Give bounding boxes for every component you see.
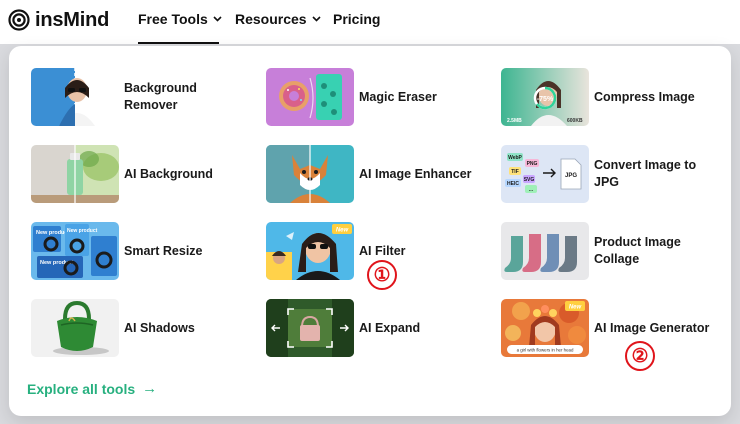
top-nav: insMind Free Tools Resources Pricing	[0, 0, 740, 44]
product-collage-thumb	[501, 222, 589, 280]
chevron-down-icon	[312, 16, 321, 22]
annotation-marker-1: ①	[367, 260, 397, 290]
tool-ai-image-enhancer[interactable]: AI Image Enhancer	[266, 145, 477, 203]
nav-pricing-label: Pricing	[333, 11, 381, 27]
tool-label: AI Image Generator	[594, 320, 710, 335]
tool-label: AI Expand	[359, 320, 421, 335]
ai-expand-thumb	[266, 299, 354, 357]
tool-label: Smart Resize	[124, 243, 203, 258]
new-badge: New	[569, 305, 582, 311]
tool-product-image-collage[interactable]: Product Image Collage	[501, 222, 712, 280]
nav-free-tools[interactable]: Free Tools	[138, 11, 222, 27]
tool-label: Compress Image	[594, 89, 695, 104]
compress-percent: -75%	[537, 96, 554, 103]
tool-label: AI Shadows	[124, 320, 195, 335]
tool-ai-shadows[interactable]: AI Shadows	[31, 299, 242, 357]
format-webp: WebP	[508, 155, 522, 161]
magic-eraser-thumb	[266, 68, 354, 126]
free-tools-dropdown: Background Remover Magic Eraser -75% 2.5…	[9, 46, 731, 416]
tool-ai-image-generator[interactable]: New a girl with flowers in her head AI I…	[501, 299, 712, 357]
annotation-marker-2: ②	[625, 341, 655, 371]
explore-all-tools-label: Explore all tools	[27, 380, 136, 397]
format-more: ...	[529, 187, 534, 193]
smart-resize-thumb: New product New product New product	[31, 222, 119, 280]
format-jpg: JPG	[565, 173, 577, 179]
compress-before-size: 2.5MB	[507, 118, 522, 124]
brand-name: insMind	[35, 8, 110, 31]
tool-label: Product Image Collage	[594, 235, 681, 266]
brand-logo[interactable]: insMind	[8, 8, 109, 32]
ai-background-thumb	[31, 145, 119, 203]
tool-label: AI Image Enhancer	[359, 166, 472, 181]
resize-headline-1: New product	[36, 230, 69, 236]
nav-free-tools-label: Free Tools	[138, 11, 208, 27]
generator-prompt: a girl with flowers in her head	[517, 348, 574, 353]
resize-headline-2: New product	[67, 228, 98, 234]
tool-compress-image[interactable]: -75% 2.5MB 600KB Compress Image	[501, 68, 712, 126]
format-heic: HEIC	[507, 181, 519, 187]
ai-image-generator-thumb: New a girl with flowers in her head	[501, 299, 589, 357]
new-badge: New	[336, 228, 349, 234]
compress-after-size: 600KB	[567, 118, 583, 124]
active-tab-underline	[138, 42, 219, 44]
tool-label: Convert Image to JPG	[594, 158, 697, 189]
tool-label: AI Filter	[359, 243, 406, 258]
arrow-right-icon: →	[142, 380, 158, 397]
ai-filter-thumb: New	[266, 222, 354, 280]
nav-resources[interactable]: Resources	[235, 11, 321, 27]
format-tif: TIF	[511, 169, 519, 175]
ai-shadows-thumb	[31, 299, 119, 357]
tool-background-remover[interactable]: Background Remover	[31, 68, 242, 126]
chevron-down-icon	[213, 16, 222, 22]
format-svg: SVG	[524, 177, 535, 183]
convert-image-thumb: WebP PNG TIF HEIC SVG ... JPG	[501, 145, 589, 203]
nav-pricing[interactable]: Pricing	[333, 11, 380, 27]
background-remover-thumb	[31, 68, 119, 126]
tool-ai-background[interactable]: AI Background	[31, 145, 242, 203]
tool-label: AI Background	[124, 166, 213, 181]
tool-convert-image-to-jpg[interactable]: WebP PNG TIF HEIC SVG ... JPG Convert Im…	[501, 145, 712, 203]
tool-ai-expand[interactable]: AI Expand	[266, 299, 477, 357]
explore-all-tools-link[interactable]: Explore all tools →	[27, 380, 157, 397]
tool-label: Magic Eraser	[359, 89, 437, 104]
tool-magic-eraser[interactable]: Magic Eraser	[266, 68, 477, 126]
tool-smart-resize[interactable]: New product New product New product Smar…	[31, 222, 242, 280]
nav-resources-label: Resources	[235, 11, 307, 27]
ai-image-enhancer-thumb	[266, 145, 354, 203]
insmind-logo-icon	[8, 9, 30, 31]
format-png: PNG	[527, 161, 538, 167]
tool-label: Background Remover	[124, 81, 197, 112]
compress-image-thumb: -75% 2.5MB 600KB	[501, 68, 589, 126]
